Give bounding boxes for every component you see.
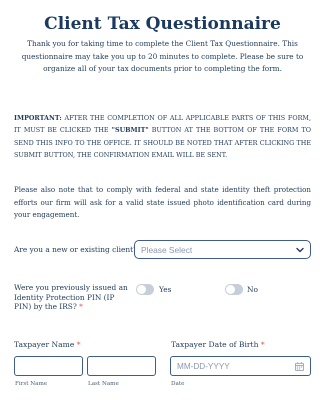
ip-pin-yes-toggle[interactable]: [136, 284, 154, 295]
taxpayer-dob-label: Taxpayer Date of Birth *: [171, 340, 265, 349]
chevron-down-icon: [296, 247, 304, 253]
form-subtitle: Thank you for taking time to complete th…: [21, 39, 304, 74]
important-notice: IMPORTANT: AFTER THE COMPLETION OF ALL A…: [14, 112, 311, 162]
important-label: IMPORTANT:: [14, 114, 62, 122]
first-name-sublabel: First Name: [15, 381, 48, 387]
last-name-sublabel: Last Name: [88, 381, 119, 387]
form-title: Client Tax Questionnaire: [44, 14, 281, 34]
toggle-knob: [137, 285, 146, 294]
required-mark: *: [76, 340, 81, 349]
last-name-input[interactable]: [87, 356, 156, 376]
client-type-placeholder: Please Select: [141, 245, 193, 255]
client-type-label: Are you a new or existing client? *: [14, 245, 143, 255]
first-name-input[interactable]: [14, 356, 83, 376]
required-mark: *: [79, 302, 83, 312]
ip-pin-no-label: No: [247, 285, 258, 294]
calendar-icon[interactable]: [295, 362, 304, 371]
ip-pin-no-toggle[interactable]: [225, 284, 243, 295]
important-submit: "SUBMIT": [111, 126, 149, 135]
toggle-knob: [226, 285, 235, 294]
dob-placeholder: MM-DD-YYYY: [177, 362, 230, 371]
identity-notice: Please also note that to comply with fed…: [14, 185, 311, 220]
required-mark: *: [260, 340, 265, 349]
ip-pin-label-text: Were you previously issued an Identity P…: [14, 283, 128, 312]
client-type-label-text: Are you a new or existing client?: [14, 245, 138, 254]
ip-pin-label: Were you previously issued an Identity P…: [14, 283, 134, 312]
dob-input[interactable]: MM-DD-YYYY: [170, 356, 311, 376]
taxpayer-name-label-text: Taxpayer Name: [14, 340, 75, 349]
taxpayer-dob-label-text: Taxpayer Date of Birth: [171, 340, 259, 349]
taxpayer-name-label: Taxpayer Name *: [14, 340, 81, 349]
ip-pin-yes-label: Yes: [159, 285, 172, 294]
client-type-select[interactable]: Please Select: [134, 240, 311, 259]
dob-sublabel: Date: [171, 381, 185, 387]
